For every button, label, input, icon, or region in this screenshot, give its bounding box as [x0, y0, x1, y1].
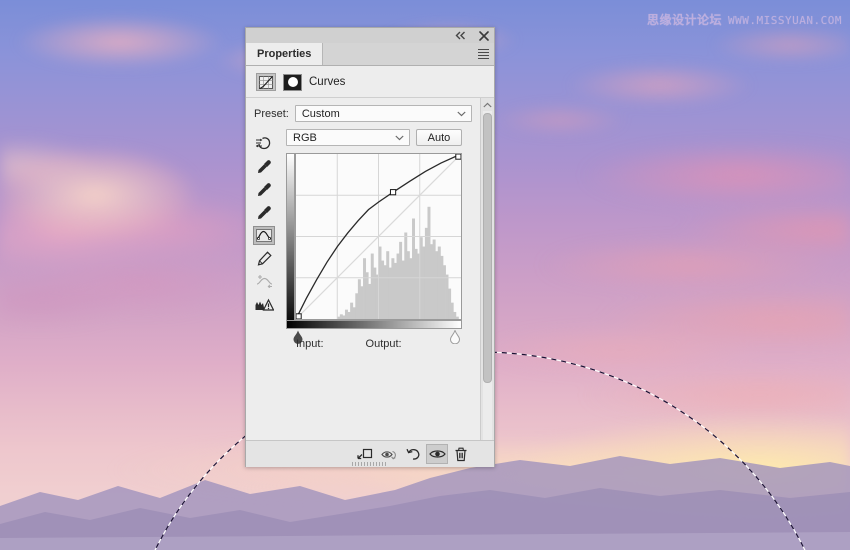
on-image-adjust-icon[interactable] — [253, 134, 275, 153]
adjustment-title: Curves — [309, 76, 346, 88]
view-previous-state-icon[interactable] — [378, 444, 400, 464]
edit-points-curve-icon[interactable] — [253, 226, 275, 245]
white-point-marker[interactable] — [448, 329, 462, 345]
scrollbar-thumb[interactable] — [483, 113, 492, 383]
preset-label: Preset: — [254, 107, 289, 120]
panel-topbar — [246, 28, 494, 43]
hamburger-menu-icon — [477, 47, 489, 61]
toggle-layer-visibility-icon[interactable] — [426, 444, 448, 464]
watermark: 思缘设计论坛 WWW.MISSYUAN.COM — [647, 11, 842, 28]
panel-tabstrip: Properties — [246, 43, 494, 66]
panel-scrollbar[interactable] — [480, 98, 494, 467]
tabstrip-filler — [323, 43, 472, 65]
preset-select[interactable]: Custom — [294, 105, 472, 122]
eyedropper-white-point-icon[interactable] — [253, 203, 275, 222]
input-gradient-ramp — [286, 320, 462, 329]
delete-adjustment-icon[interactable] — [450, 444, 472, 464]
panel-scroll-content: Preset: Custom RGB Auto Input: Output: — [246, 98, 480, 467]
collapse-panel-icon[interactable] — [454, 29, 467, 42]
input-label: Input: — [296, 338, 324, 350]
chevron-down-icon — [395, 132, 404, 144]
curves-plot-area[interactable] — [295, 153, 462, 320]
tab-properties[interactable]: Properties — [246, 43, 324, 65]
channel-row: RGB Auto — [286, 129, 472, 146]
reset-adjustment-icon[interactable] — [402, 444, 424, 464]
curves-graph[interactable] — [286, 153, 462, 345]
close-icon[interactable] — [477, 29, 490, 42]
output-gradient-ramp — [286, 153, 295, 329]
photoshop-screenshot: 思缘设计论坛 WWW.MISSYUAN.COM Properties Curve… — [0, 0, 850, 550]
watermark-url: WWW.MISSYUAN.COM — [728, 14, 842, 27]
input-output-labels: Input: Output: — [296, 338, 402, 350]
layer-mask-icon[interactable] — [283, 73, 302, 91]
scrollbar-track[interactable] — [483, 111, 492, 454]
panel-window-controls — [454, 29, 490, 42]
scroll-up-arrow-icon[interactable] — [481, 98, 494, 111]
pencil-draw-curve-icon[interactable] — [253, 249, 275, 268]
eyedropper-gray-point-icon[interactable] — [253, 180, 275, 199]
properties-panel[interactable]: Properties Curves Preset: Custom RGB Aut… — [245, 27, 495, 467]
eyedropper-black-point-icon[interactable] — [253, 157, 275, 176]
smooth-curve-icon[interactable] — [253, 272, 275, 291]
auto-button[interactable]: Auto — [416, 129, 462, 146]
channel-value: RGB — [293, 131, 317, 144]
panel-menu-button[interactable] — [472, 43, 494, 65]
curves-tool-rail — [252, 134, 276, 314]
chevron-down-icon — [457, 108, 466, 120]
panel-body: Curves Preset: Custom RGB Auto Input: Ou… — [246, 66, 494, 467]
watermark-chinese: 思缘设计论坛 — [647, 13, 723, 27]
preset-value: Custom — [301, 107, 340, 120]
auto-button-label: Auto — [427, 131, 451, 144]
adjustment-header: Curves — [246, 66, 494, 98]
clipping-warning-icon[interactable] — [253, 295, 275, 314]
panel-resize-grip[interactable] — [352, 462, 388, 466]
output-label: Output: — [365, 338, 402, 350]
tab-properties-label: Properties — [257, 48, 312, 60]
preset-row: Preset: Custom — [254, 105, 472, 122]
clip-to-layer-icon[interactable] — [354, 444, 376, 464]
curves-adjustment-icon[interactable] — [256, 73, 276, 91]
channel-select[interactable]: RGB — [286, 129, 410, 146]
